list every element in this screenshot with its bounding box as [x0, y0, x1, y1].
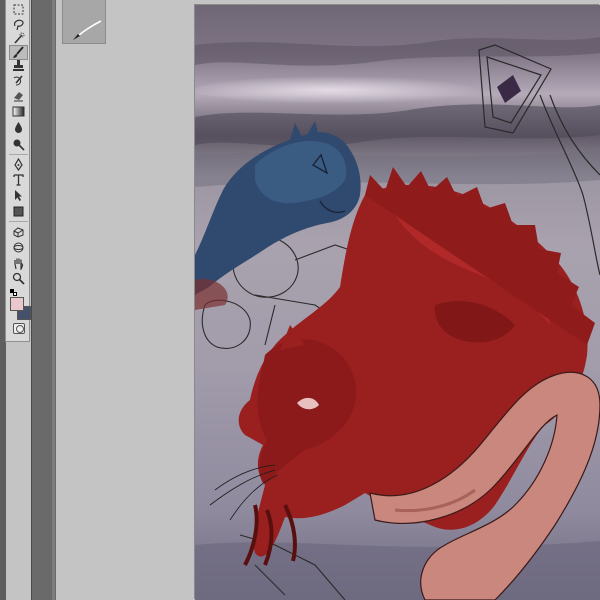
- marquee-icon: [13, 4, 24, 15]
- artwork: [195, 5, 600, 600]
- path-selection-tool[interactable]: [9, 188, 28, 203]
- type-tool[interactable]: [9, 172, 28, 187]
- lasso-tool[interactable]: [9, 17, 28, 32]
- pen-icon: [14, 158, 23, 171]
- 3d-rotate-icon: [13, 227, 24, 238]
- gradient-tool[interactable]: [9, 104, 28, 119]
- 3d-rotate-tool[interactable]: [9, 224, 28, 239]
- eraser-tool[interactable]: [9, 88, 28, 103]
- toolbox-separator: [9, 221, 28, 222]
- eraser-icon: [14, 92, 23, 102]
- quick-selection-icon: [14, 32, 25, 44]
- default-white-swatch: [13, 292, 17, 296]
- tools-panel: [5, 0, 31, 342]
- marquee-tool[interactable]: [9, 2, 28, 17]
- history-brush-tool[interactable]: [9, 73, 28, 88]
- quick-selection-tool[interactable]: [9, 31, 28, 46]
- lasso-icon: [13, 19, 24, 31]
- default-colors-button[interactable]: [10, 289, 17, 296]
- 3d-camera-tool[interactable]: [9, 240, 28, 255]
- stamp-icon: [13, 60, 24, 71]
- panel-gutter-edge[interactable]: [52, 0, 55, 600]
- history-brush-icon: [13, 75, 23, 86]
- path-selection-icon: [15, 190, 22, 201]
- rectangle-tool[interactable]: [9, 204, 28, 219]
- brush-stroke-icon: [73, 20, 102, 40]
- dodge-icon: [13, 139, 25, 151]
- 3d-camera-icon: [13, 242, 24, 253]
- blur-icon: [15, 122, 22, 133]
- dodge-tool[interactable]: [9, 137, 28, 152]
- type-icon: [13, 174, 24, 186]
- zoom-tool[interactable]: [9, 271, 28, 286]
- blur-tool[interactable]: [9, 120, 28, 135]
- zoom-icon: [12, 272, 25, 285]
- gradient-icon: [12, 106, 25, 117]
- hand-tool[interactable]: [9, 256, 28, 271]
- rectangle-icon: [13, 206, 24, 217]
- quick-mask-icon[interactable]: [13, 323, 25, 334]
- toolbox-separator: [9, 154, 28, 155]
- pen-tool[interactable]: [9, 157, 28, 172]
- foreground-color-swatch[interactable]: [10, 297, 24, 311]
- document-canvas[interactable]: [195, 5, 600, 600]
- brush-preset-preview[interactable]: [62, 0, 106, 44]
- hand-icon: [14, 258, 24, 270]
- clone-stamp-tool[interactable]: [9, 58, 28, 73]
